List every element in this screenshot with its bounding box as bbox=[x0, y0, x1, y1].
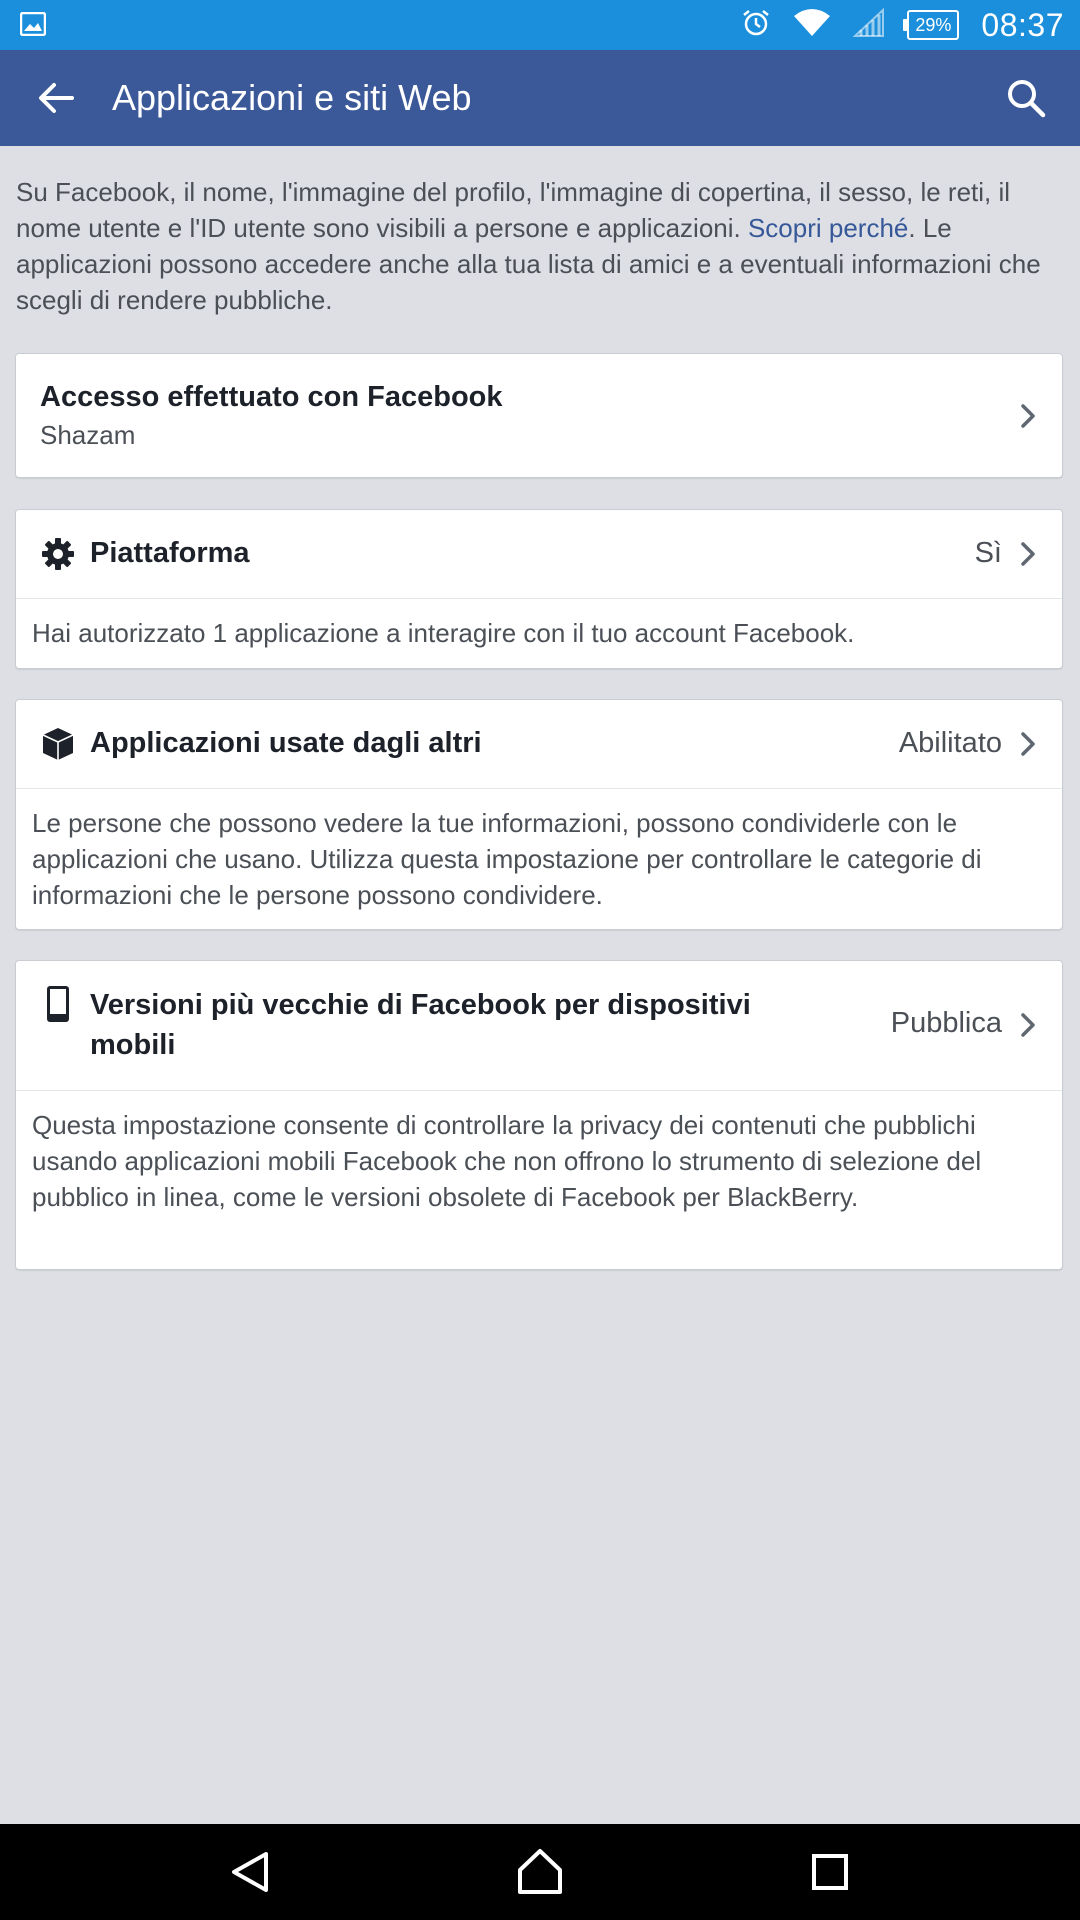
page-title: Applicazioni e siti Web bbox=[112, 77, 472, 118]
learn-why-link[interactable]: Scopri perché bbox=[748, 213, 908, 243]
nav-back-icon bbox=[232, 1852, 268, 1892]
gear-icon bbox=[42, 538, 74, 570]
apps-others-use-row[interactable]: Applicazioni usate dagli altri Abilitato bbox=[16, 700, 1062, 788]
old-mobile-versions-value: Pubblica bbox=[890, 1007, 1002, 1039]
chevron-right-icon bbox=[1021, 1013, 1035, 1037]
login-card-app: Shazam bbox=[40, 420, 136, 450]
old-mobile-versions-row[interactable]: Versioni più vecchie di Facebook per dis… bbox=[16, 961, 1062, 1090]
platform-card: Piattaforma Sì Hai autorizzato 1 applica… bbox=[15, 509, 1063, 669]
chevron-right-icon bbox=[1021, 404, 1035, 428]
login-card-title: Accesso effettuato con Facebook bbox=[40, 381, 503, 413]
platform-title: Piattaforma bbox=[90, 537, 250, 569]
alarm-icon bbox=[741, 8, 771, 43]
status-bar: 29% 08:37 bbox=[0, 0, 1080, 50]
clock: 08:37 bbox=[981, 6, 1064, 43]
image-notification-icon bbox=[19, 11, 47, 41]
nav-back-button[interactable] bbox=[220, 1842, 280, 1902]
battery-indicator: 29% bbox=[903, 10, 960, 40]
app-bar: Applicazioni e siti Web bbox=[0, 50, 1080, 146]
back-button[interactable] bbox=[34, 76, 78, 120]
chevron-right-icon bbox=[1021, 542, 1035, 566]
apps-others-use-title: Applicazioni usate dagli altri bbox=[90, 727, 482, 759]
old-mobile-versions-description: Questa impostazione consente di controll… bbox=[32, 1110, 982, 1212]
signal-icon bbox=[852, 7, 885, 43]
platform-row[interactable]: Piattaforma Sì bbox=[16, 510, 1062, 598]
content-area: Su Facebook, il nome, l'immagine del pro… bbox=[0, 146, 1080, 318]
old-mobile-versions-title: Versioni più vecchie di Facebook per dis… bbox=[90, 989, 751, 1061]
arrow-back-icon bbox=[39, 83, 74, 113]
apps-others-use-description: Le persone che possono vedere la tue inf… bbox=[32, 808, 982, 910]
search-button[interactable] bbox=[1002, 74, 1050, 122]
login-with-facebook-card[interactable]: Accesso effettuato con Facebook Shazam bbox=[15, 353, 1063, 478]
nav-recents-icon bbox=[812, 1854, 848, 1890]
platform-description: Hai autorizzato 1 applicazione a interag… bbox=[32, 618, 855, 648]
chevron-right-icon bbox=[1021, 732, 1035, 756]
intro-text: Su Facebook, il nome, l'immagine del pro… bbox=[16, 177, 1041, 315]
nav-home-icon bbox=[518, 1849, 562, 1894]
system-nav-bar bbox=[0, 1824, 1080, 1920]
old-mobile-versions-card: Versioni più vecchie di Facebook per dis… bbox=[15, 960, 1063, 1270]
apps-others-use-value: Abilitato bbox=[898, 727, 1002, 759]
apps-others-use-card: Applicazioni usate dagli altri Abilitato… bbox=[15, 699, 1063, 930]
search-icon bbox=[1008, 80, 1046, 118]
wifi-icon bbox=[793, 8, 831, 43]
cube-icon bbox=[42, 728, 74, 760]
nav-recents-button[interactable] bbox=[800, 1842, 860, 1902]
nav-home-button[interactable] bbox=[510, 1842, 570, 1902]
platform-value: Sì bbox=[974, 537, 1002, 569]
mobile-phone-icon bbox=[47, 986, 69, 1022]
